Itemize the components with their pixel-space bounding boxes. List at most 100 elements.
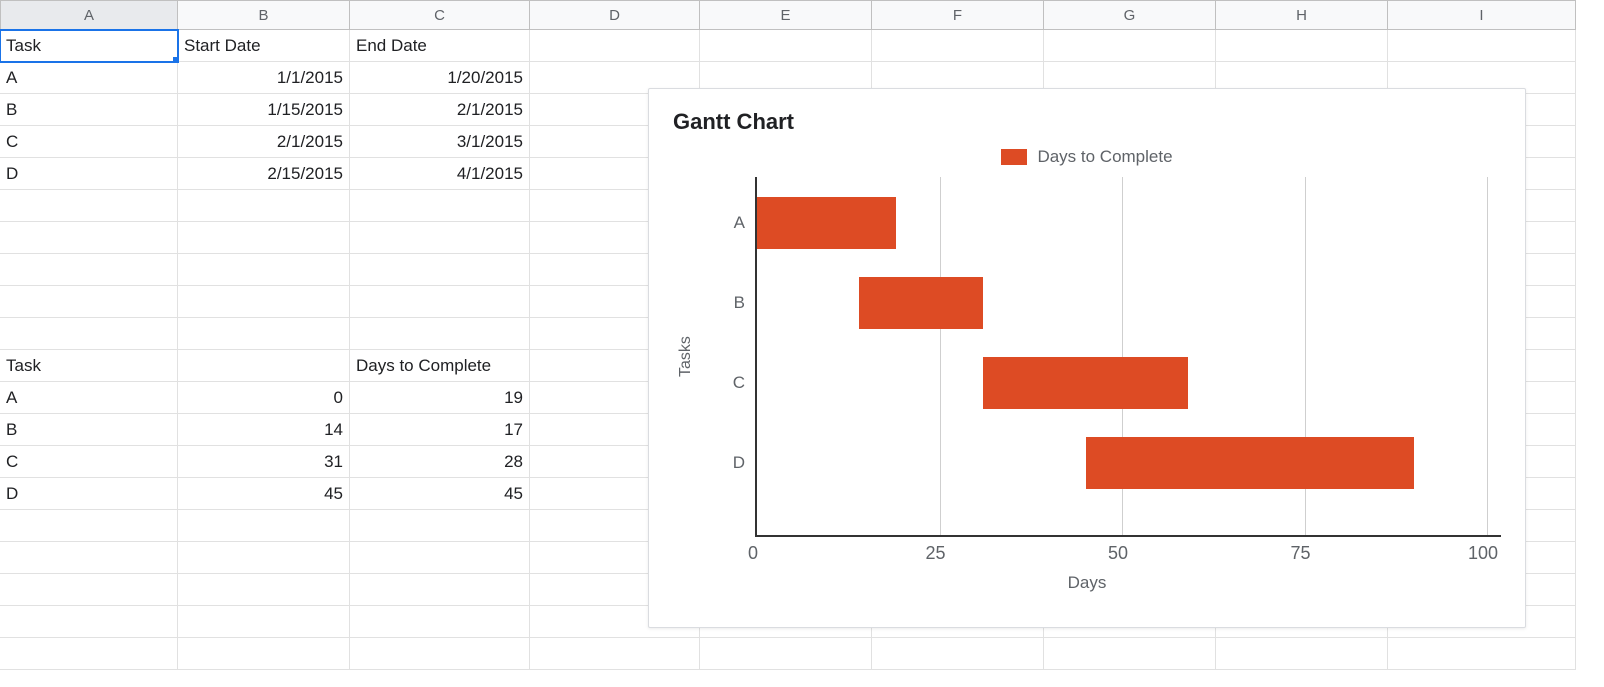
cell-B1[interactable]: Start Date [178,30,350,62]
cell-C3[interactable]: 2/1/2015 [350,94,530,126]
cell-B13[interactable]: 14 [178,414,350,446]
cell-A15[interactable]: D [0,478,178,510]
col-header-C[interactable]: C [350,0,530,30]
cell-A6[interactable] [0,190,178,222]
cell-B7[interactable] [178,222,350,254]
cell-B15[interactable]: 45 [178,478,350,510]
cell-B6[interactable] [178,190,350,222]
col-header-E[interactable]: E [700,0,872,30]
cell-B3[interactable]: 1/15/2015 [178,94,350,126]
col-header-F[interactable]: F [872,0,1044,30]
col-header-D[interactable]: D [530,0,700,30]
cell-A3[interactable]: B [0,94,178,126]
cell-B5[interactable]: 2/15/2015 [178,158,350,190]
cell-A4[interactable]: C [0,126,178,158]
cell-E1[interactable] [700,30,872,62]
cell-B11[interactable] [178,350,350,382]
cell-D1[interactable] [530,30,700,62]
gantt-bar-B [859,277,983,329]
cell-B14[interactable]: 31 [178,446,350,478]
cell-A2[interactable]: A [0,62,178,94]
cell-B2[interactable]: 1/1/2015 [178,62,350,94]
gantt-bar-A [757,197,896,249]
cell-A16[interactable] [0,510,178,542]
col-header-I[interactable]: I [1388,0,1576,30]
table-row [0,638,1604,670]
cell-A1[interactable]: Task [0,30,178,62]
cell-A17[interactable] [0,542,178,574]
x-axis-title: Days [673,573,1501,593]
col-header-H[interactable]: H [1216,0,1388,30]
cell-C17[interactable] [350,542,530,574]
cell-C14[interactable]: 28 [350,446,530,478]
column-header-row: A B C D E F G H I [0,0,1604,30]
table-row: TaskStart DateEnd Date [0,30,1604,62]
cell-E20[interactable] [700,638,872,670]
cell-C4[interactable]: 3/1/2015 [350,126,530,158]
cell-C6[interactable] [350,190,530,222]
cell-B10[interactable] [178,318,350,350]
cell-C13[interactable]: 17 [350,414,530,446]
cell-B20[interactable] [178,638,350,670]
cell-A10[interactable] [0,318,178,350]
cell-A20[interactable] [0,638,178,670]
cell-A13[interactable]: B [0,414,178,446]
col-header-G[interactable]: G [1044,0,1216,30]
cell-B16[interactable] [178,510,350,542]
cell-C18[interactable] [350,574,530,606]
cell-A14[interactable]: C [0,446,178,478]
cell-C20[interactable] [350,638,530,670]
cell-H1[interactable] [1216,30,1388,62]
cell-B8[interactable] [178,254,350,286]
cell-A9[interactable] [0,286,178,318]
cell-C16[interactable] [350,510,530,542]
cell-H20[interactable] [1216,638,1388,670]
cell-C5[interactable]: 4/1/2015 [350,158,530,190]
cell-C12[interactable]: 19 [350,382,530,414]
y-tick-label: D [733,453,745,473]
cell-C8[interactable] [350,254,530,286]
cell-I20[interactable] [1388,638,1576,670]
cell-C1[interactable]: End Date [350,30,530,62]
x-tick-label: 100 [1468,543,1498,564]
cell-G20[interactable] [1044,638,1216,670]
cell-F1[interactable] [872,30,1044,62]
gantt-bar-C [983,357,1187,409]
col-header-B[interactable]: B [178,0,350,30]
cell-A7[interactable] [0,222,178,254]
cell-D20[interactable] [530,638,700,670]
cell-A11[interactable]: Task [0,350,178,382]
cell-C19[interactable] [350,606,530,638]
cell-C9[interactable] [350,286,530,318]
y-axis-title: Tasks [673,177,699,537]
cell-B17[interactable] [178,542,350,574]
cell-A8[interactable] [0,254,178,286]
x-axis-labels: 0255075100 [753,537,1483,565]
col-header-A[interactable]: A [0,0,178,30]
legend-swatch [1001,149,1027,165]
cell-G1[interactable] [1044,30,1216,62]
cell-C15[interactable]: 45 [350,478,530,510]
cell-A5[interactable]: D [0,158,178,190]
cell-I1[interactable] [1388,30,1576,62]
chart-plot-area [755,177,1501,537]
cell-B19[interactable] [178,606,350,638]
cell-B18[interactable] [178,574,350,606]
cell-B4[interactable]: 2/1/2015 [178,126,350,158]
cell-C7[interactable] [350,222,530,254]
x-tick-label: 50 [1108,543,1128,564]
cell-A18[interactable] [0,574,178,606]
gantt-chart-card[interactable]: Gantt Chart Days to Complete Tasks ABCD … [648,88,1526,628]
cell-A12[interactable]: A [0,382,178,414]
cell-B12[interactable]: 0 [178,382,350,414]
x-tick-label: 75 [1290,543,1310,564]
cell-B9[interactable] [178,286,350,318]
chart-title: Gantt Chart [673,109,1501,135]
x-tick-label: 0 [748,543,758,564]
cell-F20[interactable] [872,638,1044,670]
cell-C2[interactable]: 1/20/2015 [350,62,530,94]
cell-C11[interactable]: Days to Complete [350,350,530,382]
cell-A19[interactable] [0,606,178,638]
legend-label: Days to Complete [1037,147,1172,167]
cell-C10[interactable] [350,318,530,350]
